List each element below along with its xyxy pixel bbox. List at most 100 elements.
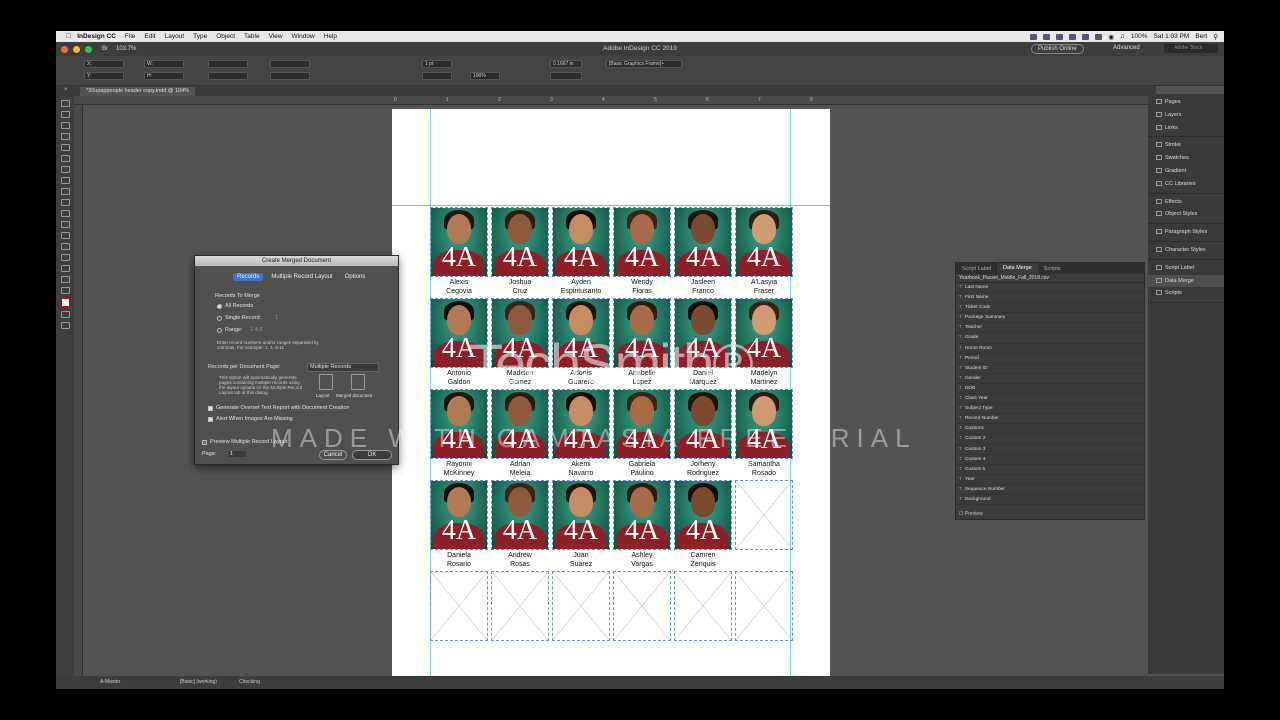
data-field-item[interactable]: T First Name bbox=[956, 293, 1144, 304]
line-tool-icon[interactable] bbox=[61, 166, 70, 173]
panel-item-data-merge[interactable]: Data Merge bbox=[1148, 274, 1224, 288]
content-collector-icon[interactable] bbox=[61, 144, 70, 151]
panel-item-stroke[interactable]: Stroke bbox=[1148, 139, 1224, 152]
empty-placeholder-frame[interactable] bbox=[613, 571, 671, 641]
page-input[interactable]: 1 bbox=[228, 451, 246, 457]
panel-item-scripts[interactable]: Scripts bbox=[1148, 287, 1224, 300]
master-page-select[interactable]: A-Master bbox=[100, 679, 120, 685]
data-field-item[interactable]: T Gender bbox=[956, 374, 1144, 384]
page-tool-icon[interactable] bbox=[61, 122, 70, 129]
student-photo-frame[interactable]: 4A bbox=[613, 207, 671, 277]
workspace-switcher[interactable]: Advanced bbox=[1113, 45, 1140, 51]
all-records-radio[interactable] bbox=[217, 304, 222, 309]
horizontal-ruler[interactable]: 0 1 2 3 4 5 6 7 8 bbox=[74, 96, 1148, 105]
data-field-item[interactable]: T Record Number bbox=[956, 414, 1144, 425]
student-name[interactable]: Wendy Floras bbox=[612, 278, 672, 296]
data-field-item[interactable]: T Teacher bbox=[956, 323, 1144, 334]
panel-item-layers[interactable]: Layers bbox=[1148, 109, 1224, 122]
selection-tool-icon[interactable] bbox=[61, 100, 70, 107]
student-photo-frame[interactable]: 4A bbox=[674, 480, 732, 550]
student-photo-frame[interactable]: 4A bbox=[430, 207, 488, 277]
tab-script-label[interactable]: Script Label bbox=[956, 266, 997, 272]
h-field[interactable]: H: bbox=[144, 72, 184, 80]
tab-scripts[interactable]: Scripts bbox=[1038, 266, 1067, 272]
apply-color-icon[interactable] bbox=[61, 311, 70, 318]
document-tab[interactable]: *30upappeople header copy.indd @ 104% bbox=[80, 87, 196, 96]
screen-mode-icon[interactable] bbox=[61, 322, 70, 329]
user-name[interactable]: Bert bbox=[1195, 33, 1207, 40]
empty-placeholder-frame[interactable] bbox=[552, 571, 610, 641]
scissors-tool-icon[interactable] bbox=[61, 221, 70, 228]
menu-view[interactable]: View bbox=[269, 33, 283, 40]
empty-placeholder-frame[interactable] bbox=[491, 571, 549, 641]
data-field-item[interactable]: T Ticket Code bbox=[956, 303, 1144, 314]
menu-object[interactable]: Object bbox=[216, 33, 235, 40]
missing-images-checkbox[interactable] bbox=[208, 417, 213, 422]
student-name[interactable]: Jorheny Rodriguez bbox=[673, 460, 733, 478]
opacity-field[interactable]: 100% bbox=[470, 72, 500, 80]
wifi-icon[interactable]: ◉ bbox=[1108, 33, 1114, 41]
student-photo-frame[interactable]: 4A bbox=[674, 207, 732, 277]
menu-edit[interactable]: Edit bbox=[144, 33, 155, 40]
student-photo-frame[interactable]: 4A bbox=[552, 207, 610, 277]
rectangle-frame-tool-icon[interactable] bbox=[61, 199, 70, 206]
x-field[interactable]: X: bbox=[84, 60, 124, 68]
status-app-icon[interactable] bbox=[1082, 33, 1090, 40]
data-field-item[interactable]: T Period bbox=[956, 354, 1144, 364]
y-field[interactable]: Y: bbox=[84, 72, 124, 80]
free-transform-tool-icon[interactable] bbox=[61, 232, 70, 239]
data-field-item[interactable]: T Custom1 bbox=[956, 424, 1144, 435]
status-app-icon[interactable] bbox=[1056, 33, 1064, 40]
pen-tool-icon[interactable] bbox=[61, 177, 70, 184]
status-app-icon[interactable] bbox=[1095, 33, 1103, 40]
direct-selection-tool-icon[interactable] bbox=[61, 111, 70, 118]
scale-y-field[interactable] bbox=[208, 72, 248, 80]
panel-item-links[interactable]: Links bbox=[1148, 122, 1224, 135]
menu-window[interactable]: Window bbox=[292, 33, 315, 40]
menu-file[interactable]: File bbox=[125, 33, 135, 40]
menu-layout[interactable]: Layout bbox=[165, 33, 185, 40]
scale-x-field[interactable] bbox=[208, 60, 248, 68]
student-photo-frame[interactable]: 4A bbox=[430, 480, 488, 550]
close-tab-icon[interactable]: × bbox=[64, 87, 68, 93]
data-field-item[interactable]: T Package Summary bbox=[956, 313, 1144, 324]
shear-field[interactable] bbox=[270, 72, 310, 80]
status-app-icon[interactable] bbox=[1069, 33, 1077, 40]
student-name[interactable]: A'Lasyia Fraser bbox=[734, 278, 794, 296]
status-app-icon[interactable] bbox=[1043, 33, 1051, 40]
student-photo-frame[interactable]: 4A bbox=[735, 207, 793, 277]
rotate-field[interactable] bbox=[270, 60, 310, 68]
clock[interactable]: Sat 1:03 PM bbox=[1154, 33, 1190, 40]
student-name[interactable]: Adrian Meleia bbox=[490, 460, 550, 478]
panel-item-effects[interactable]: Effects bbox=[1148, 196, 1224, 209]
empty-placeholder-frame[interactable] bbox=[430, 571, 488, 641]
student-name[interactable]: Daniela Rosario bbox=[429, 551, 489, 569]
student-photo-frame[interactable]: 4A bbox=[491, 480, 549, 550]
panel-item-pages[interactable]: Pages bbox=[1148, 96, 1224, 109]
student-name[interactable]: Samantha Rosado bbox=[734, 460, 794, 478]
data-field-item[interactable]: T Student ID bbox=[956, 364, 1144, 374]
vertical-ruler[interactable] bbox=[74, 105, 83, 677]
panel-item-cc-libraries[interactable]: CC Libraries bbox=[1148, 178, 1224, 191]
range-input[interactable]: 1-4,6 bbox=[250, 327, 263, 333]
zoom-tool-icon[interactable] bbox=[61, 287, 70, 294]
publish-online-button[interactable]: Publish Online bbox=[1031, 44, 1084, 54]
data-field-item[interactable]: T Home Room bbox=[956, 344, 1144, 354]
student-name[interactable]: Gabriela Paulino bbox=[612, 460, 672, 478]
pencil-tool-icon[interactable] bbox=[61, 188, 70, 195]
overset-checkbox[interactable] bbox=[208, 406, 213, 411]
gap-tool-icon[interactable] bbox=[61, 133, 70, 140]
data-field-item[interactable]: T DOB bbox=[956, 384, 1144, 395]
student-photo-frame[interactable]: 4A bbox=[552, 480, 610, 550]
data-field-item[interactable]: T Class Year bbox=[956, 394, 1144, 405]
student-photo-frame[interactable]: 4A bbox=[491, 207, 549, 277]
tab-data-merge[interactable]: Data Merge bbox=[997, 263, 1038, 274]
data-field-item[interactable]: T Sequence Number bbox=[956, 485, 1144, 495]
gradient-tool-icon[interactable] bbox=[61, 243, 70, 250]
student-name[interactable]: Akemi Navarro bbox=[551, 460, 611, 478]
single-record-input[interactable]: 1 bbox=[275, 315, 278, 321]
panel-item-object-styles[interactable]: Object Styles bbox=[1148, 208, 1224, 221]
stroke-weight-field[interactable]: 1 pt bbox=[422, 60, 452, 68]
empty-placeholder-frame[interactable] bbox=[674, 571, 732, 641]
search-icon[interactable]: ⚲ bbox=[1213, 33, 1218, 41]
